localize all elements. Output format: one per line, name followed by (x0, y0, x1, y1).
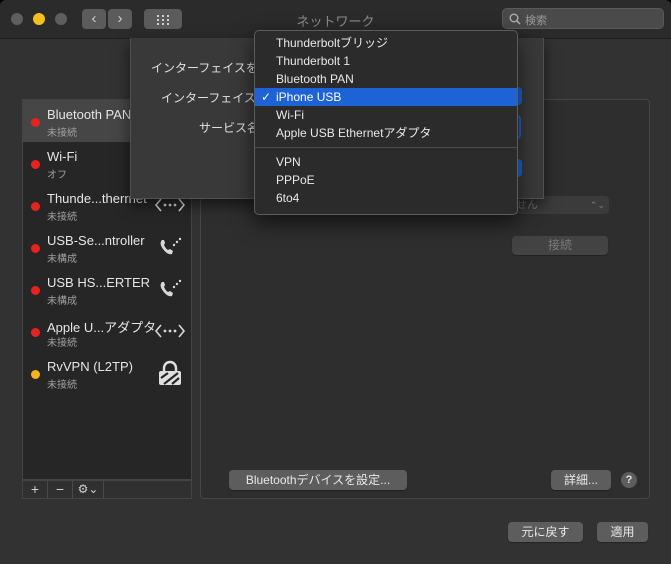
interface-label: インターフェイス (161, 91, 256, 105)
search-field[interactable]: 検索 (502, 8, 664, 29)
service-status: 未構成 (47, 296, 77, 307)
service-name: Bluetooth PAN (47, 107, 132, 122)
service-status: 未構成 (47, 254, 77, 265)
menu-item-iphone-usb[interactable]: ✓ iPhone USB (255, 88, 517, 106)
service-item-usb-serial-controller[interactable]: USB-Se...ntroller 未構成 (23, 226, 191, 268)
service-status: 未接続 (47, 128, 77, 139)
checkmark-icon: ✓ (261, 90, 272, 104)
status-dot (31, 370, 40, 379)
status-dot (31, 160, 40, 169)
service-status: オフ (47, 170, 67, 181)
search-icon (509, 13, 521, 25)
advanced-button[interactable]: 詳細... (551, 470, 611, 490)
bluetooth-setup-button[interactable]: Bluetoothデバイスを設定... (229, 470, 407, 490)
apply-button[interactable]: 適用 (597, 522, 648, 542)
status-dot (31, 118, 40, 127)
service-name: USB HS...ERTER (47, 275, 151, 290)
interface-dropdown-menu[interactable]: Thunderboltブリッジ Thunderbolt 1 Bluetooth … (254, 30, 518, 215)
add-service-button[interactable]: + (23, 481, 48, 498)
service-item-apple-usb-adapter[interactable]: Apple U...アダプタ 未接続 (23, 310, 191, 352)
service-list-toolbar: + − ⚙⌄ (22, 480, 192, 499)
lock-icon (159, 360, 181, 385)
service-name: USB-Se...ntroller (47, 233, 145, 248)
help-button[interactable]: ? (621, 472, 637, 488)
menu-item-vpn[interactable]: VPN (255, 153, 517, 171)
menu-item-pppoe[interactable]: PPPoE (255, 171, 517, 189)
menu-item-apple-usb-ethernet[interactable]: Apple USB Ethernetアダプタ (255, 124, 517, 142)
menu-separator (255, 147, 517, 148)
search-placeholder: 検索 (525, 15, 547, 27)
service-item-usb-hs-converter[interactable]: USB HS...ERTER 未構成 (23, 268, 191, 310)
remove-service-button[interactable]: − (48, 481, 73, 498)
status-dot (31, 244, 40, 253)
service-status: 未接続 (47, 380, 77, 391)
service-name: Wi-Fi (47, 149, 78, 164)
updown-chevron-icon: ⌃⌄ (589, 200, 605, 210)
menu-item-wifi[interactable]: Wi-Fi (255, 106, 517, 124)
sheet-prompt: インターフェイスを (151, 61, 258, 75)
menu-item-thunderbolt-1[interactable]: Thunderbolt 1 (255, 52, 517, 70)
menu-item-thunderbolt-bridge[interactable]: Thunderboltブリッジ (255, 34, 517, 52)
service-status: 未接続 (47, 338, 77, 349)
service-item-rvvpn[interactable]: RvVPN (L2TP) 未接続 (23, 352, 191, 394)
menu-item-bluetooth-pan[interactable]: Bluetooth PAN (255, 70, 517, 88)
connect-button[interactable]: 接続 (512, 236, 608, 255)
service-name: RvVPN (L2TP) (47, 359, 133, 374)
dots-arrows-icon (154, 324, 186, 338)
phone-icon (160, 279, 182, 297)
service-name-label: サービス名 (199, 121, 260, 135)
status-dot (31, 202, 40, 211)
revert-button[interactable]: 元に戻す (508, 522, 583, 542)
phone-icon (160, 237, 182, 255)
menu-item-6to4[interactable]: 6to4 (255, 189, 517, 207)
status-dot (31, 286, 40, 295)
service-status: 未接続 (47, 212, 77, 223)
gear-icon[interactable]: ⚙⌄ (73, 481, 104, 498)
status-dot (31, 328, 40, 337)
network-preferences-window: ‹ › ネットワーク 検索 Bluetooth PAN 未接続 Wi-Fi オフ… (0, 0, 671, 564)
